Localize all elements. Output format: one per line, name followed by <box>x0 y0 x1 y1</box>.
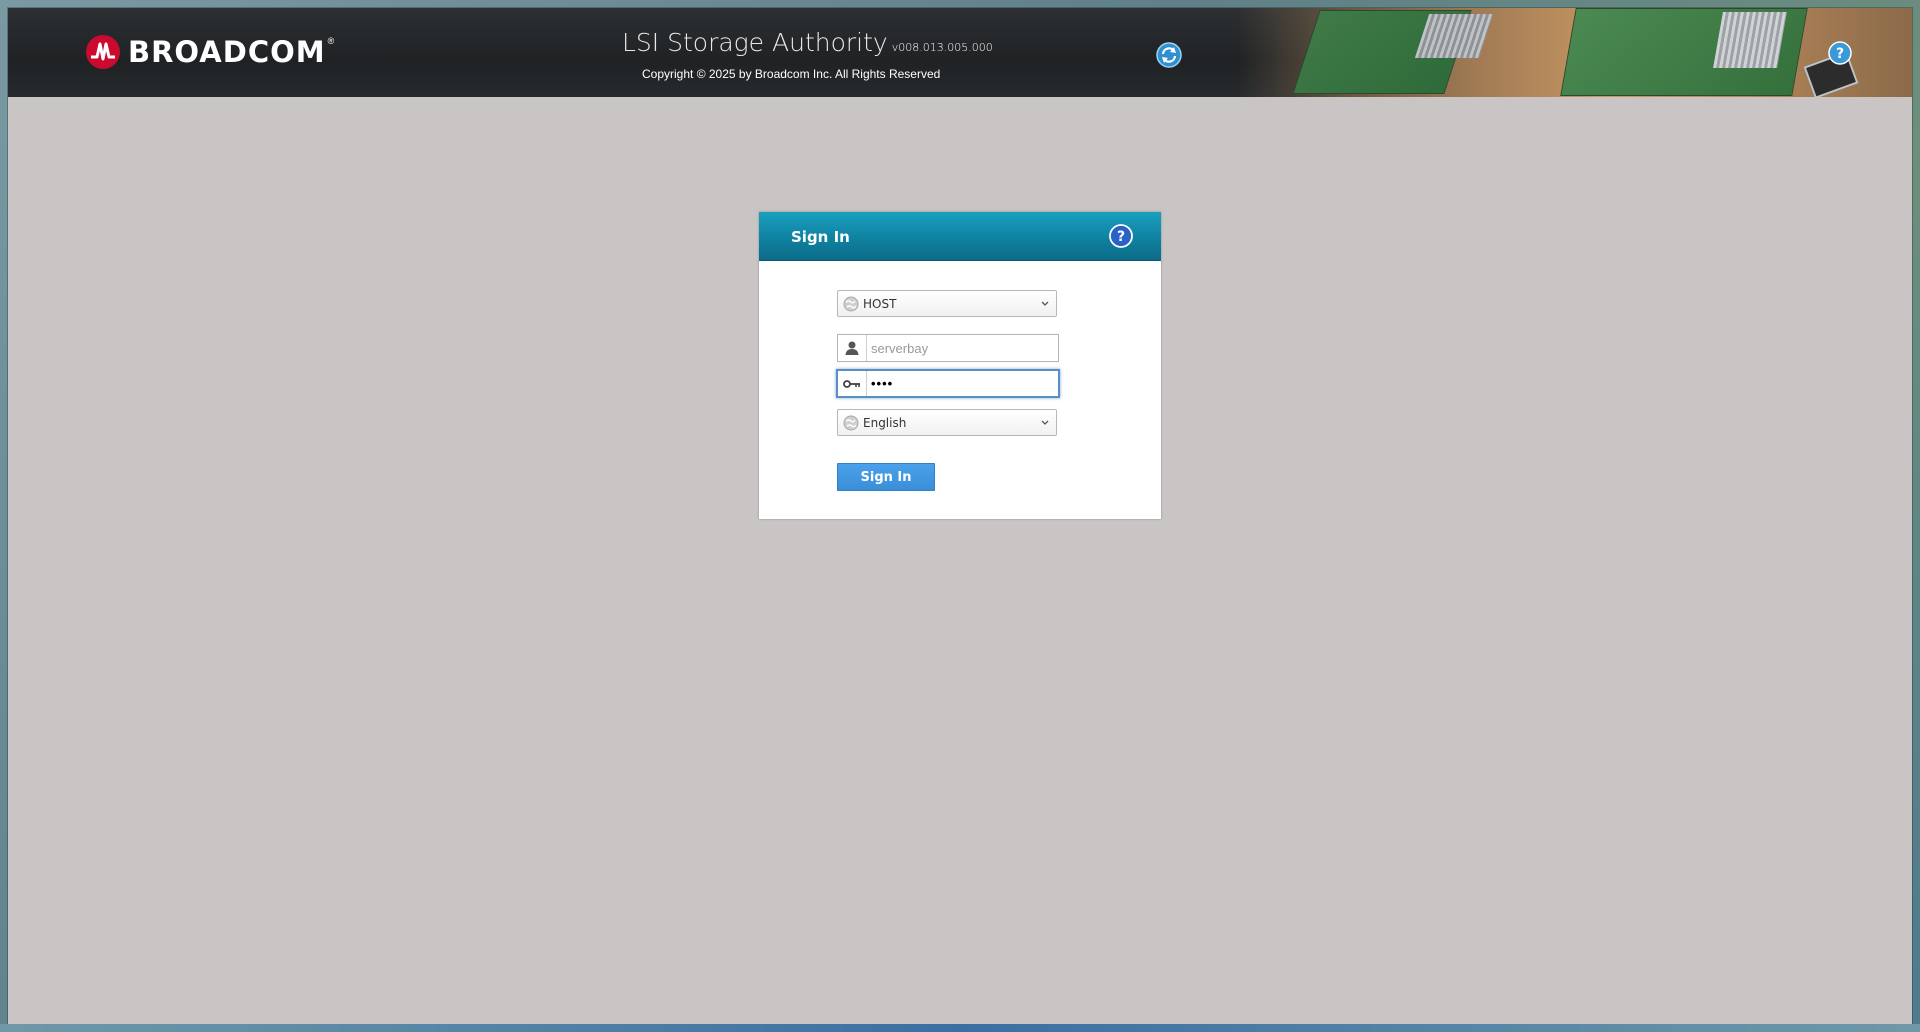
header: BROADCOM ® LSI Storage Authority v008.013… <box>8 8 1912 97</box>
globe-icon <box>843 296 859 312</box>
app-title: LSI Storage Authority v008.013.005.000 <box>622 28 993 57</box>
registered-mark: ® <box>327 36 335 46</box>
heatsink-image <box>1713 12 1787 68</box>
language-select-value: English <box>863 415 907 430</box>
chevron-down-icon <box>1038 416 1052 430</box>
host-select[interactable]: HOST <box>837 290 1057 317</box>
help-icon[interactable]: ? <box>1828 41 1852 65</box>
language-select[interactable]: English <box>837 409 1057 436</box>
host-select-value: HOST <box>863 296 897 311</box>
refresh-icon[interactable] <box>1156 42 1182 68</box>
app-version: v008.013.005.000 <box>891 41 993 54</box>
copyright-text: Copyright © 2025 by Broadcom Inc. All Ri… <box>642 67 941 81</box>
desktop-taskbar-edge <box>0 1024 1920 1032</box>
logo-text: BROADCOM <box>128 35 326 69</box>
sign-in-title: Sign In <box>791 228 850 246</box>
app-title-text: LSI Storage Authority <box>622 28 888 57</box>
password-field[interactable] <box>836 369 1060 398</box>
chevron-down-icon <box>1038 297 1052 311</box>
sign-in-panel-header: Sign In ? <box>759 212 1161 261</box>
username-input[interactable] <box>867 335 1058 361</box>
sign-in-button[interactable]: Sign In <box>837 463 935 491</box>
globe-icon <box>843 415 859 431</box>
app-window: BROADCOM ® LSI Storage Authority v008.013… <box>8 8 1912 1024</box>
user-icon <box>838 335 867 361</box>
password-input[interactable] <box>867 371 1058 396</box>
sign-in-panel: Sign In ? HOST serverbay •••• English Si… <box>759 212 1161 519</box>
help-icon[interactable]: ? <box>1109 224 1133 248</box>
svg-text:?: ? <box>1117 229 1125 245</box>
username-field[interactable] <box>837 334 1059 362</box>
key-icon <box>838 371 867 396</box>
broadcom-logo-icon <box>86 35 120 69</box>
svg-text:?: ? <box>1836 46 1844 62</box>
broadcom-logo: BROADCOM ® <box>86 32 334 72</box>
